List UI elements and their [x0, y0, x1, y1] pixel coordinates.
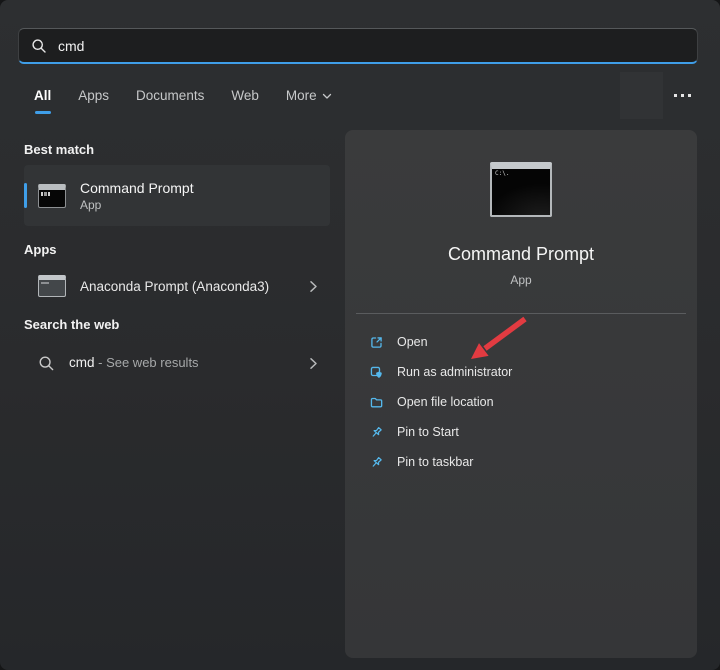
preview-panel: C:\. Command Prompt App Open Run as adm [345, 130, 697, 658]
web-query-text: cmd [69, 355, 95, 370]
result-type: App [80, 198, 194, 212]
action-pin-to-start[interactable]: Pin to Start [365, 417, 677, 447]
search-the-web-header: Search the web [24, 317, 119, 332]
tab-more[interactable]: More [286, 88, 332, 105]
folder-icon [369, 395, 384, 410]
apps-header: Apps [24, 242, 57, 257]
action-open-file-location[interactable]: Open file location [365, 387, 677, 417]
search-filter-tabs: All Apps Documents Web More [34, 88, 332, 105]
anaconda-prompt-icon [38, 275, 66, 297]
result-anaconda-prompt[interactable]: Anaconda Prompt (Anaconda3) [24, 266, 330, 306]
action-label: Pin to taskbar [397, 455, 473, 469]
run-as-administrator-icon [369, 365, 384, 380]
tab-web[interactable]: Web [231, 88, 259, 105]
action-pin-to-taskbar[interactable]: Pin to taskbar [365, 447, 677, 477]
tab-documents[interactable]: Documents [136, 88, 204, 105]
chevron-right-icon [309, 357, 318, 370]
search-flyout-window: All Apps Documents Web More Best match C… [0, 0, 720, 670]
best-match-header: Best match [24, 142, 94, 157]
result-web-search[interactable]: cmd - See web results [24, 343, 330, 383]
context-actions: Open Run as administrator Open file loca… [345, 327, 697, 477]
more-options-icon [681, 94, 684, 97]
result-title: Command Prompt [80, 180, 194, 196]
action-open[interactable]: Open [365, 327, 677, 357]
pin-icon [369, 425, 384, 440]
chevron-down-icon [322, 92, 332, 100]
selection-accent-bar [24, 183, 27, 208]
divider [356, 313, 686, 314]
open-icon [369, 335, 384, 350]
chevron-right-icon [309, 280, 318, 293]
pin-icon [369, 455, 384, 470]
options-button[interactable] [664, 81, 700, 109]
command-prompt-icon [38, 184, 66, 208]
action-label: Open [397, 335, 428, 349]
best-match-result-command-prompt[interactable]: Command Prompt App [24, 165, 330, 226]
preview-title: Command Prompt [448, 244, 594, 265]
more-options-icon [688, 94, 691, 97]
search-box[interactable] [18, 28, 698, 64]
action-label: Pin to Start [397, 425, 459, 439]
action-label: Run as administrator [397, 365, 512, 379]
preview-subtitle: App [510, 273, 531, 287]
web-search-icon [38, 355, 55, 372]
result-label: Anaconda Prompt (Anaconda3) [80, 279, 269, 294]
more-options-icon [674, 94, 677, 97]
tab-all[interactable]: All [34, 88, 51, 105]
action-label: Open file location [397, 395, 494, 409]
web-suffix-text: - See web results [95, 355, 199, 370]
search-icon [31, 38, 47, 54]
hover-highlight-rect [620, 72, 663, 119]
command-prompt-icon-large: C:\. [490, 162, 552, 217]
search-input[interactable] [58, 38, 685, 54]
action-run-as-administrator[interactable]: Run as administrator [365, 357, 677, 387]
active-tab-indicator [35, 111, 51, 114]
tab-apps[interactable]: Apps [78, 88, 109, 105]
